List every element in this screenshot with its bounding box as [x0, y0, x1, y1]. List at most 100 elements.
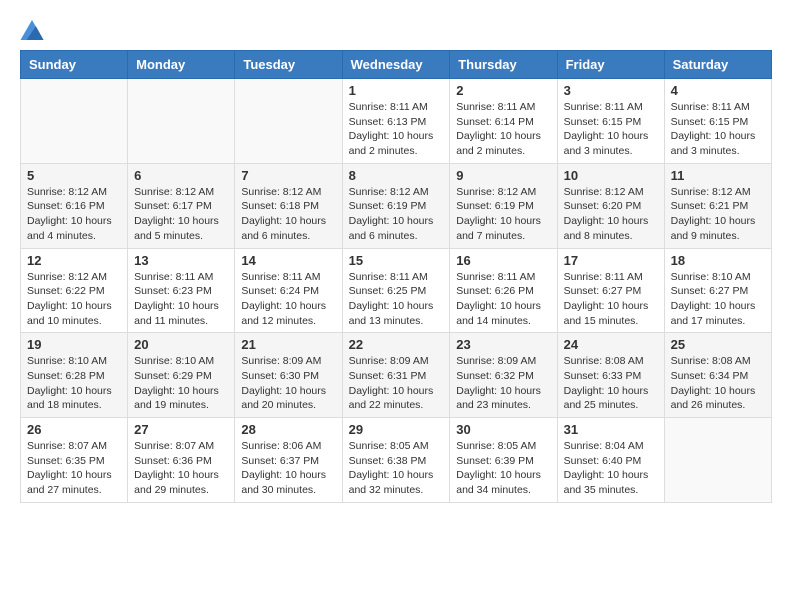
day-info: Sunrise: 8:09 AM Sunset: 6:31 PM Dayligh…	[349, 354, 444, 413]
day-number: 20	[134, 337, 228, 352]
day-info: Sunrise: 8:12 AM Sunset: 6:17 PM Dayligh…	[134, 185, 228, 244]
day-cell: 13Sunrise: 8:11 AM Sunset: 6:23 PM Dayli…	[128, 248, 235, 333]
day-cell: 27 Sunrise: 8:07 AM Sunset: 6:36 PM Dayli…	[128, 418, 235, 503]
day-cell	[21, 79, 128, 164]
day-number: 13	[134, 253, 228, 268]
day-info: Sunrise: 8:12 AM Sunset: 6:19 PM Dayligh…	[456, 185, 550, 244]
week-row-4: 19 Sunrise: 8:10 AM Sunset: 6:28 PM Dayli…	[21, 333, 772, 418]
day-cell: 22 Sunrise: 8:09 AM Sunset: 6:31 PM Dayli…	[342, 333, 450, 418]
day-number: 23	[456, 337, 550, 352]
weekday-header-monday: Monday	[128, 51, 235, 79]
day-cell: 24 Sunrise: 8:08 AM Sunset: 6:33 PM Dayli…	[557, 333, 664, 418]
weekday-header-row: SundayMondayTuesdayWednesdayThursdayFrid…	[21, 51, 772, 79]
day-info: Sunrise: 8:12 AM Sunset: 6:19 PM Dayligh…	[349, 185, 444, 244]
logo	[20, 20, 48, 40]
day-number: 17	[564, 253, 658, 268]
day-cell: 15 Sunrise: 8:11 AM Sunset: 6:25 PM Dayli…	[342, 248, 450, 333]
day-info: Sunrise: 8:11 AM Sunset: 6:13 PM Dayligh…	[349, 100, 444, 159]
day-number: 6	[134, 168, 228, 183]
day-info: Sunrise: 8:05 AM Sunset: 6:39 PM Dayligh…	[456, 439, 550, 498]
day-cell: 7 Sunrise: 8:12 AM Sunset: 6:18 PM Daylig…	[235, 163, 342, 248]
day-cell: 19 Sunrise: 8:10 AM Sunset: 6:28 PM Dayli…	[21, 333, 128, 418]
calendar-table: SundayMondayTuesdayWednesdayThursdayFrid…	[20, 50, 772, 503]
day-number: 24	[564, 337, 658, 352]
day-info: Sunrise: 8:12 AM Sunset: 6:21 PM Dayligh…	[671, 185, 765, 244]
weekday-header-thursday: Thursday	[450, 51, 557, 79]
day-cell: 2 Sunrise: 8:11 AM Sunset: 6:14 PM Daylig…	[450, 79, 557, 164]
day-info: Sunrise: 8:09 AM Sunset: 6:30 PM Dayligh…	[241, 354, 335, 413]
day-cell: 28 Sunrise: 8:06 AM Sunset: 6:37 PM Dayli…	[235, 418, 342, 503]
day-cell: 6 Sunrise: 8:12 AM Sunset: 6:17 PM Daylig…	[128, 163, 235, 248]
day-info: Sunrise: 8:05 AM Sunset: 6:38 PM Dayligh…	[349, 439, 444, 498]
day-number: 10	[564, 168, 658, 183]
day-info: Sunrise: 8:07 AM Sunset: 6:36 PM Dayligh…	[134, 439, 228, 498]
day-cell: 8 Sunrise: 8:12 AM Sunset: 6:19 PM Daylig…	[342, 163, 450, 248]
day-info: Sunrise: 8:11 AM Sunset: 6:15 PM Dayligh…	[671, 100, 765, 159]
day-info: Sunrise: 8:04 AM Sunset: 6:40 PM Dayligh…	[564, 439, 658, 498]
day-number: 19	[27, 337, 121, 352]
day-number: 27	[134, 422, 228, 437]
day-number: 8	[349, 168, 444, 183]
page-header	[20, 20, 772, 40]
day-cell: 1 Sunrise: 8:11 AM Sunset: 6:13 PM Daylig…	[342, 79, 450, 164]
day-number: 5	[27, 168, 121, 183]
weekday-header-wednesday: Wednesday	[342, 51, 450, 79]
day-info: Sunrise: 8:10 AM Sunset: 6:29 PM Dayligh…	[134, 354, 228, 413]
day-info: Sunrise: 8:11 AM Sunset: 6:25 PM Dayligh…	[349, 270, 444, 329]
day-number: 30	[456, 422, 550, 437]
day-number: 21	[241, 337, 335, 352]
day-info: Sunrise: 8:12 AM Sunset: 6:20 PM Dayligh…	[564, 185, 658, 244]
day-number: 11	[671, 168, 765, 183]
day-number: 12	[27, 253, 121, 268]
day-info: Sunrise: 8:12 AM Sunset: 6:18 PM Dayligh…	[241, 185, 335, 244]
day-cell	[128, 79, 235, 164]
day-info: Sunrise: 8:06 AM Sunset: 6:37 PM Dayligh…	[241, 439, 335, 498]
day-info: Sunrise: 8:12 AM Sunset: 6:22 PM Dayligh…	[27, 270, 121, 329]
day-cell	[235, 79, 342, 164]
day-info: Sunrise: 8:12 AM Sunset: 6:16 PM Dayligh…	[27, 185, 121, 244]
day-number: 2	[456, 83, 550, 98]
day-number: 7	[241, 168, 335, 183]
day-cell: 17 Sunrise: 8:11 AM Sunset: 6:27 PM Dayli…	[557, 248, 664, 333]
day-cell: 31 Sunrise: 8:04 AM Sunset: 6:40 PM Dayli…	[557, 418, 664, 503]
day-cell: 10 Sunrise: 8:12 AM Sunset: 6:20 PM Dayli…	[557, 163, 664, 248]
day-info: Sunrise: 8:10 AM Sunset: 6:28 PM Dayligh…	[27, 354, 121, 413]
day-number: 15	[349, 253, 444, 268]
day-number: 22	[349, 337, 444, 352]
day-cell: 5 Sunrise: 8:12 AM Sunset: 6:16 PM Daylig…	[21, 163, 128, 248]
day-cell: 4 Sunrise: 8:11 AM Sunset: 6:15 PM Daylig…	[664, 79, 771, 164]
day-number: 1	[349, 83, 444, 98]
logo-icon	[20, 20, 44, 40]
weekday-header-sunday: Sunday	[21, 51, 128, 79]
day-number: 4	[671, 83, 765, 98]
day-number: 31	[564, 422, 658, 437]
weekday-header-saturday: Saturday	[664, 51, 771, 79]
day-info: Sunrise: 8:09 AM Sunset: 6:32 PM Dayligh…	[456, 354, 550, 413]
day-info: Sunrise: 8:07 AM Sunset: 6:35 PM Dayligh…	[27, 439, 121, 498]
day-cell	[664, 418, 771, 503]
day-cell: 14Sunrise: 8:11 AM Sunset: 6:24 PM Dayli…	[235, 248, 342, 333]
day-cell: 29Sunrise: 8:05 AM Sunset: 6:38 PM Dayli…	[342, 418, 450, 503]
day-info: Sunrise: 8:08 AM Sunset: 6:33 PM Dayligh…	[564, 354, 658, 413]
day-number: 3	[564, 83, 658, 98]
day-info: Sunrise: 8:11 AM Sunset: 6:14 PM Dayligh…	[456, 100, 550, 159]
day-number: 18	[671, 253, 765, 268]
day-number: 9	[456, 168, 550, 183]
day-info: Sunrise: 8:11 AM Sunset: 6:26 PM Dayligh…	[456, 270, 550, 329]
day-info: Sunrise: 8:11 AM Sunset: 6:27 PM Dayligh…	[564, 270, 658, 329]
day-info: Sunrise: 8:10 AM Sunset: 6:27 PM Dayligh…	[671, 270, 765, 329]
day-number: 25	[671, 337, 765, 352]
day-info: Sunrise: 8:11 AM Sunset: 6:15 PM Dayligh…	[564, 100, 658, 159]
day-info: Sunrise: 8:11 AM Sunset: 6:24 PM Dayligh…	[241, 270, 335, 329]
day-cell: 26 Sunrise: 8:07 AM Sunset: 6:35 PM Dayli…	[21, 418, 128, 503]
day-cell: 11 Sunrise: 8:12 AM Sunset: 6:21 PM Dayli…	[664, 163, 771, 248]
week-row-3: 12 Sunrise: 8:12 AM Sunset: 6:22 PM Dayli…	[21, 248, 772, 333]
day-number: 26	[27, 422, 121, 437]
day-cell: 3 Sunrise: 8:11 AM Sunset: 6:15 PM Daylig…	[557, 79, 664, 164]
day-number: 28	[241, 422, 335, 437]
day-cell: 25Sunrise: 8:08 AM Sunset: 6:34 PM Dayli…	[664, 333, 771, 418]
week-row-1: 1 Sunrise: 8:11 AM Sunset: 6:13 PM Daylig…	[21, 79, 772, 164]
day-cell: 20 Sunrise: 8:10 AM Sunset: 6:29 PM Dayli…	[128, 333, 235, 418]
day-number: 16	[456, 253, 550, 268]
day-cell: 30 Sunrise: 8:05 AM Sunset: 6:39 PM Dayli…	[450, 418, 557, 503]
